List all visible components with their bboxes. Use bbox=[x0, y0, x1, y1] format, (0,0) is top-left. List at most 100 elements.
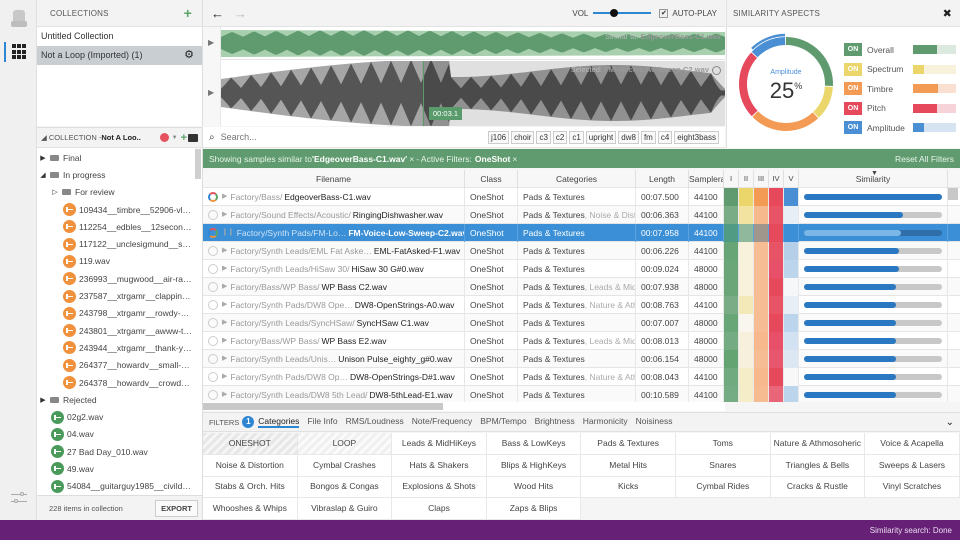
filter-tab[interactable]: BPM/Tempo bbox=[480, 416, 526, 428]
grid-icon[interactable] bbox=[12, 44, 28, 60]
category-filter[interactable]: Zaps & Blips bbox=[486, 498, 582, 520]
table-row[interactable]: ❙❙ Factory/Synth Pads/FM-Lo… FM-Voice-Low-… bbox=[203, 223, 960, 242]
select-radio[interactable] bbox=[208, 353, 218, 364]
aspect-toggle[interactable]: ON bbox=[844, 62, 862, 76]
tree-sample[interactable]: 243798__xtrgamr__rowdy-… bbox=[37, 305, 194, 322]
tree-sample[interactable]: 243801__xtrgamr__awww-t… bbox=[37, 322, 194, 339]
select-radio[interactable] bbox=[208, 191, 218, 202]
close-icon[interactable]: ✖ bbox=[943, 7, 952, 20]
play-icon[interactable]: ▶ bbox=[222, 242, 227, 260]
select-radio[interactable] bbox=[208, 281, 218, 292]
autoplay-checkbox[interactable]: ✔ bbox=[659, 8, 669, 18]
clear-filter-icon[interactable]: × bbox=[512, 154, 517, 164]
col-class[interactable]: Class bbox=[465, 170, 518, 188]
play-selected-icon[interactable]: ▶ bbox=[208, 88, 214, 97]
playing-icon[interactable]: ❙❙ bbox=[222, 224, 234, 242]
play-icon[interactable]: ▶ bbox=[222, 296, 227, 314]
category-filter[interactable]: Stabs & Orch. Hits bbox=[203, 476, 298, 499]
table-row[interactable]: ▶ Factory/Synth Leads/HiSaw 30/ HiSaw 30 … bbox=[203, 259, 960, 278]
category-filter[interactable]: Vibraslap & Guiro bbox=[297, 498, 393, 520]
chevron-down-icon[interactable]: ▼ bbox=[172, 135, 178, 141]
play-icon[interactable]: ▶ bbox=[222, 350, 227, 368]
aspect-toggle[interactable]: ON bbox=[844, 82, 862, 96]
tree-folder[interactable]: ▶ Final bbox=[37, 149, 194, 166]
category-filter[interactable]: Blips & HighKeys bbox=[486, 454, 582, 477]
aspect-weight-slider[interactable] bbox=[913, 103, 956, 113]
filter-tab[interactable]: RMS/Loudness bbox=[346, 416, 404, 428]
play-similar-icon[interactable]: ▶ bbox=[208, 38, 214, 47]
drive-icon[interactable] bbox=[11, 10, 27, 27]
tag-chip[interactable]: c1 bbox=[569, 130, 584, 144]
collection-item[interactable]: Not a Loop (Imported) (1) ⚙ bbox=[37, 46, 202, 65]
chevron-down-icon[interactable]: ⌄ bbox=[946, 417, 954, 428]
add-collection-button[interactable]: + bbox=[184, 6, 192, 20]
category-filter[interactable]: Bongos & Congas bbox=[297, 476, 393, 499]
select-radio[interactable] bbox=[208, 371, 218, 382]
play-icon[interactable]: ▶ bbox=[222, 278, 227, 296]
selected-waveform[interactable]: Selected: FM-Voice-Low-Sweep-C2.wav 00:0… bbox=[221, 59, 725, 127]
play-icon[interactable]: ▶ bbox=[222, 206, 227, 224]
volume-knob[interactable] bbox=[609, 9, 618, 17]
aspect-toggle[interactable]: ON bbox=[844, 101, 862, 115]
tree-sample[interactable]: 119.wav bbox=[37, 253, 194, 270]
table-vscrollbar[interactable] bbox=[948, 188, 958, 200]
tag-chip[interactable]: fm bbox=[640, 130, 656, 144]
tag-chip[interactable]: eight3bass bbox=[674, 130, 719, 144]
tree-sample[interactable]: 04.wav bbox=[37, 426, 194, 443]
caret-right-icon[interactable]: ▶ bbox=[39, 396, 47, 404]
aspect-toggle[interactable]: ON bbox=[844, 43, 862, 57]
tree-sample[interactable]: 27 Bad Day_010.wav bbox=[37, 443, 194, 460]
select-radio[interactable] bbox=[208, 299, 218, 310]
category-filter[interactable]: Wood Hits bbox=[486, 476, 582, 499]
similar-waveform[interactable]: Similar to: EdgeoverBass-C1.wav bbox=[221, 27, 725, 60]
tag-chip[interactable]: choir bbox=[511, 130, 535, 144]
col-samplerate[interactable]: Samplerate bbox=[689, 170, 724, 188]
category-filter[interactable]: Sweeps & Lasers bbox=[865, 454, 960, 477]
aspect-weight-slider[interactable] bbox=[913, 45, 956, 55]
category-filter[interactable]: Claps bbox=[392, 498, 487, 520]
table-row[interactable]: ▶ Factory/Synth Leads/DW8 5th Lead/ DW8-5… bbox=[203, 385, 960, 402]
tag-chip[interactable]: c2 bbox=[552, 130, 568, 144]
select-radio[interactable] bbox=[208, 335, 218, 346]
sliders-icon[interactable] bbox=[11, 490, 27, 506]
tree-sample[interactable]: 264378__howardv__crowd… bbox=[37, 374, 194, 391]
tree-sample[interactable]: 02g2.wav bbox=[37, 408, 194, 425]
category-filter[interactable]: Snares bbox=[675, 454, 771, 477]
table-hscrollbar[interactable] bbox=[203, 402, 725, 411]
category-filter[interactable]: ONESHOT bbox=[203, 433, 298, 455]
play-icon[interactable]: ▶ bbox=[222, 332, 227, 350]
category-filter[interactable]: Kicks bbox=[581, 476, 676, 499]
category-filter[interactable]: Hats & Shakers bbox=[392, 454, 487, 477]
play-icon[interactable]: ▶ bbox=[222, 368, 227, 386]
aspect-toggle[interactable]: ON bbox=[844, 121, 862, 135]
tree-folder[interactable]: ▷ For review bbox=[37, 184, 194, 201]
back-arrow-icon[interactable]: ← bbox=[211, 6, 224, 21]
category-filter[interactable]: Noise & Distortion bbox=[203, 454, 298, 477]
table-row[interactable]: ▶ Factory/Synth Leads/SyncHSaw/ SyncHSaw … bbox=[203, 313, 960, 332]
category-filter[interactable]: LOOP bbox=[297, 433, 393, 455]
forward-arrow-icon[interactable]: → bbox=[234, 6, 247, 21]
table-row[interactable]: ▶ Factory/Bass/WP Bass/ WP Bass E2.wav One… bbox=[203, 331, 960, 350]
tree-sample[interactable]: 236993__mugwood__air-ra… bbox=[37, 270, 194, 287]
table-row[interactable]: ▶ Factory/Sound Effects/Acoustic/ Ringing… bbox=[203, 205, 960, 224]
tree-sample[interactable]: 237587__xtrgamr__clappin… bbox=[37, 287, 194, 304]
select-radio[interactable] bbox=[208, 245, 218, 256]
tree-sample[interactable]: 264377__howardv__small-… bbox=[37, 357, 194, 374]
category-filter[interactable]: Cymbal Rides bbox=[675, 476, 771, 499]
tag-chip[interactable]: j106 bbox=[487, 130, 510, 144]
category-filter[interactable]: Explosions & Shots bbox=[392, 476, 487, 499]
tree-sample[interactable]: 54084__guitarguy1985__civild… bbox=[37, 478, 194, 495]
caret-right-icon[interactable]: ▷ bbox=[51, 188, 59, 196]
col-filename[interactable]: Filename bbox=[203, 170, 465, 188]
clear-similar-icon[interactable]: × bbox=[409, 154, 414, 164]
category-filter[interactable]: Bass & LowKeys bbox=[486, 433, 582, 455]
export-button[interactable]: EXPORT bbox=[155, 499, 198, 517]
table-row[interactable]: ▶ Factory/Synth Pads/DW8 Op… DW8-OpenStri… bbox=[203, 367, 960, 386]
category-filter[interactable]: Pads & Textures bbox=[581, 433, 676, 455]
select-radio[interactable] bbox=[208, 209, 218, 220]
tree-folder[interactable]: ◢ In progress bbox=[37, 166, 194, 183]
tree-sample[interactable]: 117122__unclesigmund__s… bbox=[37, 235, 194, 252]
play-icon[interactable]: ▶ bbox=[222, 260, 227, 278]
category-filter[interactable]: Cymbal Crashes bbox=[297, 454, 393, 477]
filter-tab[interactable]: Note/Frequency bbox=[412, 416, 472, 428]
